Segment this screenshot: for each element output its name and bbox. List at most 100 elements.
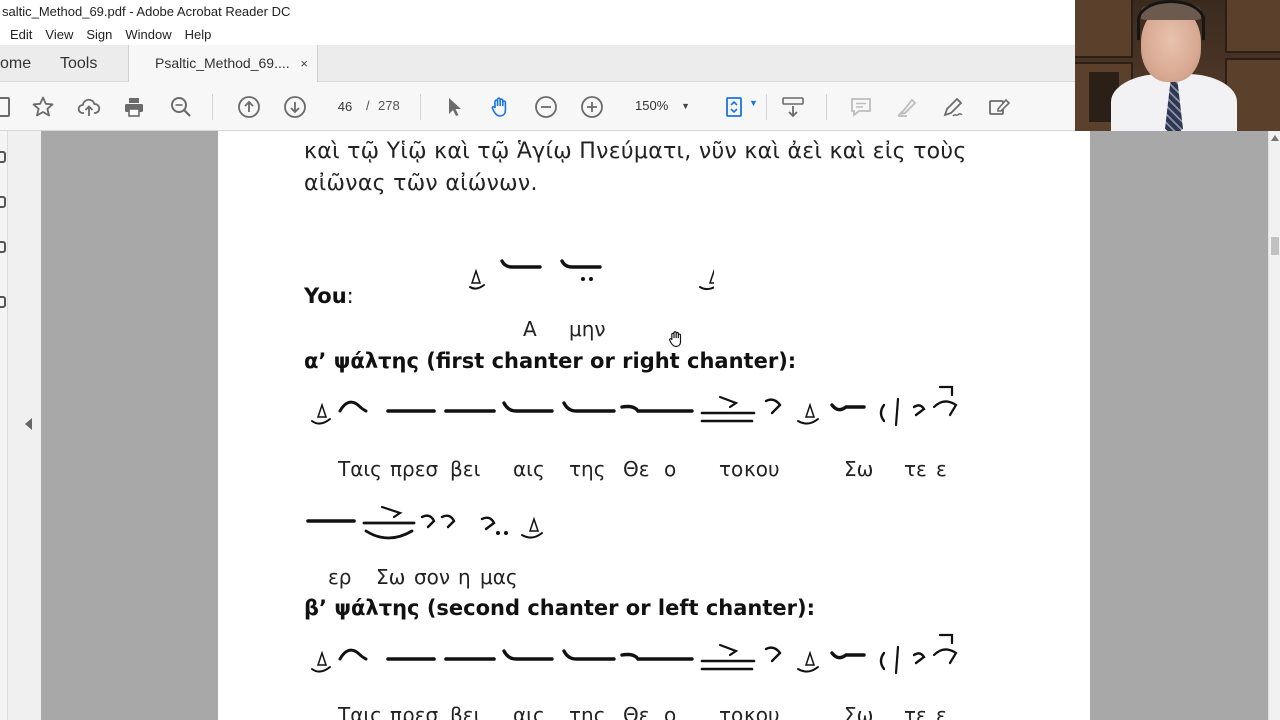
- syllable: αις: [513, 457, 545, 481]
- next-page-icon[interactable]: [282, 94, 308, 120]
- menu-view[interactable]: View: [45, 24, 73, 45]
- menu-edit[interactable]: Edit: [10, 24, 32, 45]
- sign-icon[interactable]: [940, 94, 966, 120]
- syllable: το: [719, 703, 744, 720]
- syllable: ο: [664, 703, 677, 720]
- syllable: μην: [569, 317, 606, 341]
- print-icon[interactable]: [121, 94, 147, 120]
- neume-row: [614, 249, 720, 309]
- hand-tool-icon[interactable]: [487, 94, 513, 120]
- scroll-mode-icon[interactable]: [780, 94, 806, 120]
- left-nav-strip: [0, 131, 8, 720]
- text-line: καὶ τῷ Υἱῷ καὶ τῷ Ἁγίῳ Πνεύματι, νῦν καὶ…: [304, 139, 967, 164]
- tab-bar: ome Tools Psaltic_Method_69.... ×: [0, 45, 1075, 83]
- cabinet-panel: [1075, 0, 1133, 58]
- chevron-down-icon[interactable]: ▼: [749, 98, 758, 108]
- syllable: ο: [664, 457, 677, 481]
- menu-sign[interactable]: Sign: [86, 24, 112, 45]
- page-number-input[interactable]: 46: [327, 94, 363, 118]
- tab-home[interactable]: ome: [0, 45, 31, 82]
- cloud-upload-icon[interactable]: [76, 94, 102, 120]
- toolbar-divider: [766, 94, 767, 120]
- text-line: αἰῶνας τῶν αἰώνων.: [304, 171, 538, 196]
- syllable: ε: [936, 703, 947, 720]
- syllable: ερ: [328, 565, 352, 589]
- close-tab-icon[interactable]: ×: [300, 45, 308, 82]
- syllable: Ταις: [338, 457, 382, 481]
- fit-page-icon[interactable]: [722, 94, 748, 120]
- byzantine-neumes: [699, 268, 720, 291]
- syllable: η: [458, 565, 471, 589]
- prev-page-icon[interactable]: [236, 94, 262, 120]
- window-title: saltic_Method_69.pdf - Adobe Acrobat Rea…: [2, 4, 291, 19]
- zoom-level-value: 150%: [635, 98, 669, 113]
- syllable: της: [569, 703, 606, 720]
- zoom-level-select[interactable]: 150% ▼: [626, 94, 696, 118]
- nav-icon[interactable]: [0, 296, 6, 308]
- page-separator: /: [366, 98, 370, 113]
- syllable: Θε: [623, 457, 650, 481]
- vertical-scrollbar[interactable]: [1268, 131, 1280, 720]
- toolbar-divider: [212, 94, 213, 120]
- syllable: τε: [904, 703, 927, 720]
- byzantine-neumes: [311, 385, 958, 427]
- byzantine-neumes: [311, 633, 958, 675]
- scroll-up-icon[interactable]: [1271, 135, 1279, 141]
- zoom-out-icon[interactable]: [533, 94, 559, 120]
- syllable: της: [569, 457, 606, 481]
- first-chanter-heading: α’ ψάλτης (first chanter or right chante…: [304, 349, 797, 373]
- webcam-overlay: [1075, 0, 1280, 131]
- bookmark-page-icon[interactable]: [0, 94, 16, 120]
- syllable: Σω: [844, 457, 874, 481]
- syllable: βει: [450, 457, 481, 481]
- highlight-icon[interactable]: [894, 94, 920, 120]
- tab-tools[interactable]: Tools: [60, 45, 97, 82]
- syllable: Α: [523, 317, 537, 341]
- syllable: βει: [450, 703, 481, 720]
- toolbar-divider: [826, 94, 827, 120]
- scrollbar-thumb[interactable]: [1271, 237, 1279, 255]
- nav-icon[interactable]: [0, 151, 6, 163]
- comment-icon[interactable]: [848, 94, 874, 120]
- neume-row: [304, 383, 964, 443]
- syllable: μας: [480, 565, 518, 589]
- syllable: κου: [744, 703, 780, 720]
- pdf-page: καὶ τῷ Υἱῷ καὶ τῷ Ἁγίῳ Πνεύματι, νῦν καὶ…: [218, 131, 1090, 720]
- tab-document[interactable]: Psaltic_Method_69.... ×: [128, 45, 318, 83]
- you-label-text: You: [304, 284, 347, 308]
- headset: [1137, 0, 1205, 40]
- syllable: το: [719, 457, 744, 481]
- syllable: πρεσ: [390, 703, 439, 720]
- menu-help[interactable]: Help: [185, 24, 212, 45]
- neume-row: [304, 497, 564, 557]
- syllable: κου: [744, 457, 780, 481]
- page-total: 278: [378, 98, 400, 113]
- chevron-down-icon: ▼: [681, 101, 690, 111]
- syllable: Ταις: [338, 703, 382, 720]
- nav-icon[interactable]: [0, 241, 6, 253]
- star-icon[interactable]: [30, 94, 56, 120]
- syllable: πρεσ: [390, 457, 439, 481]
- syllable: σον: [414, 565, 451, 589]
- syllable: Σω: [376, 565, 406, 589]
- syllable: τε: [904, 457, 927, 481]
- second-chanter-heading: β’ ψάλτης (second chanter or left chante…: [304, 596, 815, 620]
- zoom-search-icon[interactable]: [168, 94, 194, 120]
- syllable: Σω: [844, 703, 874, 720]
- menu-bar: Edit View Sign Window Help: [0, 24, 1075, 45]
- tab-document-label: Psaltic_Method_69....: [155, 55, 290, 71]
- you-label-colon: :: [346, 284, 354, 308]
- nav-icon[interactable]: [0, 196, 6, 208]
- menu-window[interactable]: Window: [125, 24, 171, 45]
- syllable: Θε: [623, 703, 650, 720]
- syllable: ε: [936, 457, 947, 481]
- zoom-in-icon[interactable]: [579, 94, 605, 120]
- select-pointer-icon[interactable]: [441, 94, 467, 120]
- neume-row: [304, 631, 964, 691]
- cabinet-panel: [1225, 0, 1280, 53]
- edit-pdf-icon[interactable]: [986, 94, 1012, 120]
- hand-cursor-icon: [669, 331, 682, 348]
- toolbar: 46 / 278 150% ▼ ▼: [0, 82, 1075, 131]
- collapse-panel-icon[interactable]: [25, 418, 32, 430]
- you-label: You:: [304, 284, 354, 308]
